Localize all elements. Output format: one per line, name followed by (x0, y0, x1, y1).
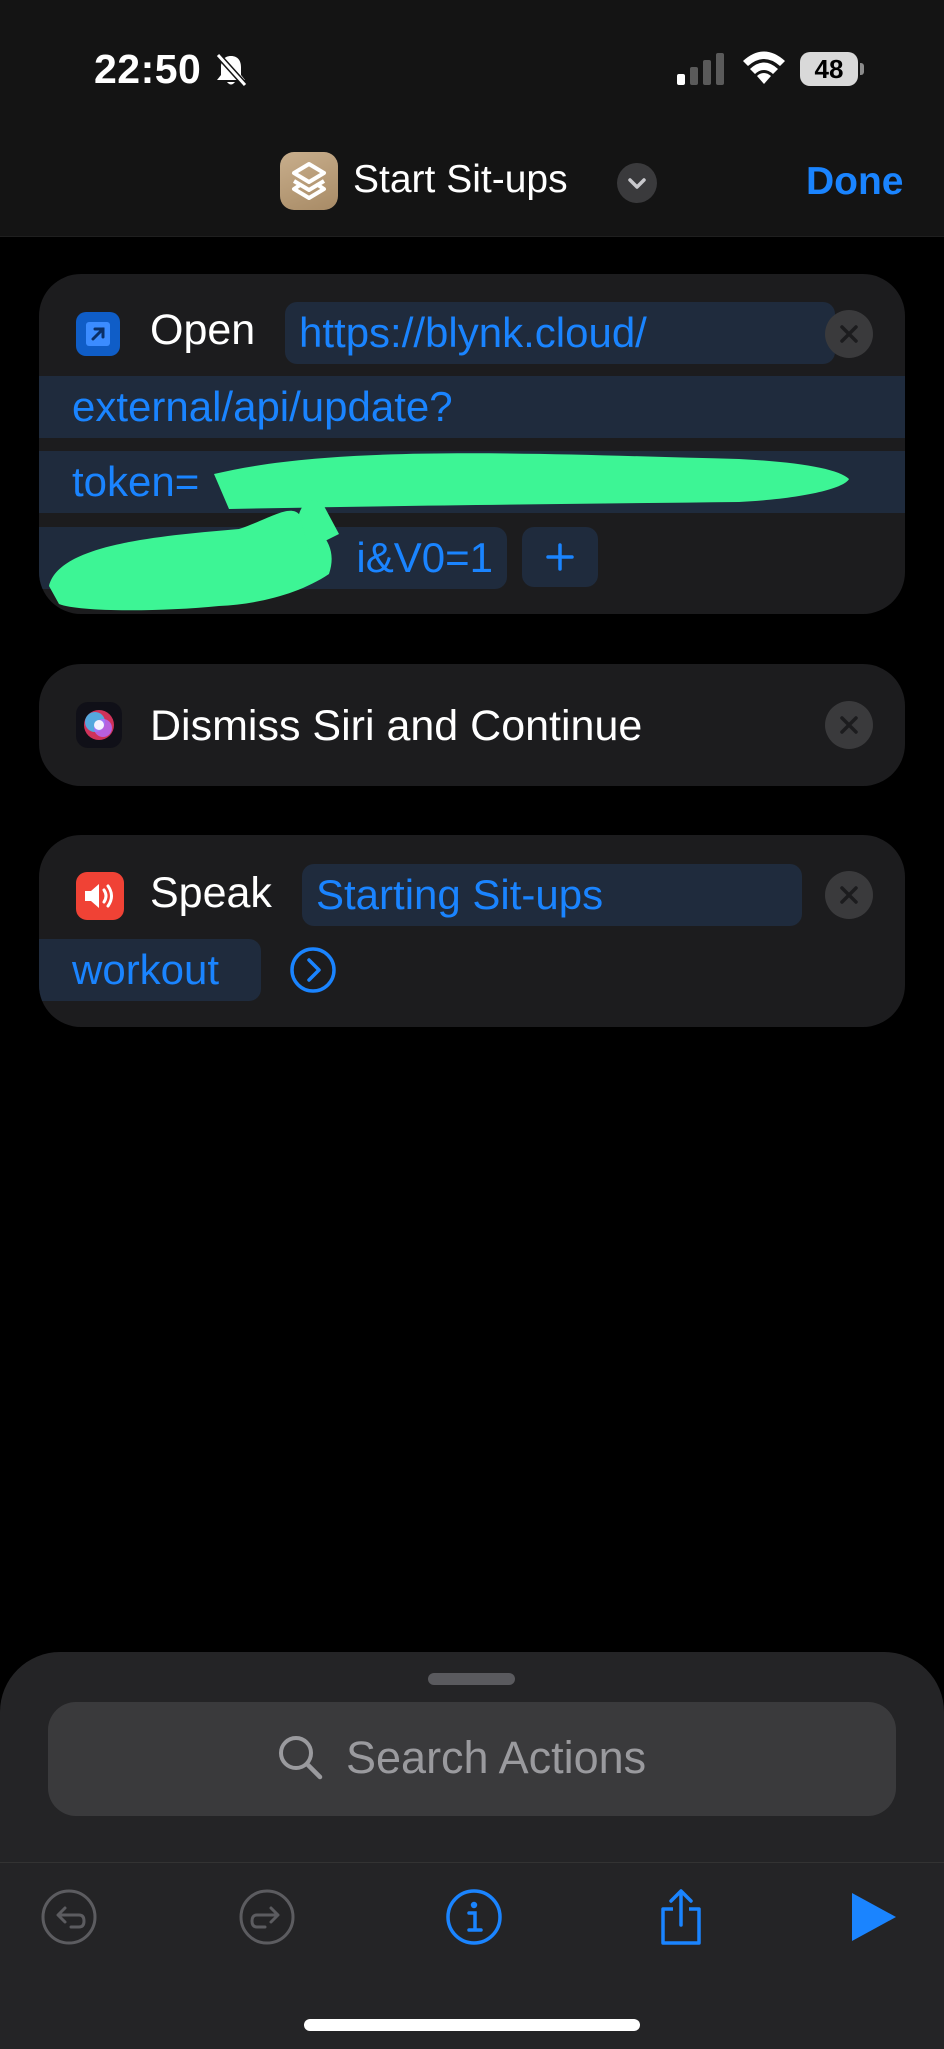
remove-action-button[interactable] (825, 871, 873, 919)
play-icon[interactable] (842, 1885, 906, 1949)
done-button[interactable]: Done (806, 160, 904, 204)
remove-action-button[interactable] (825, 310, 873, 358)
url-token-line-3[interactable]: token= (39, 451, 905, 513)
speak-text-token-line-1[interactable]: Starting Sit-ups (302, 864, 802, 926)
siri-icon (76, 702, 122, 748)
shortcut-layers-icon[interactable] (280, 152, 338, 210)
shortcut-title[interactable]: Start Sit-ups (353, 158, 568, 202)
actions-sheet: Search Actions (0, 1652, 944, 1862)
status-bar: 22:50 48 (0, 0, 944, 130)
action-card-dismiss-siri[interactable]: Dismiss Siri and Continue (39, 664, 905, 786)
action-label-dismiss-siri: Dismiss Siri and Continue (150, 702, 643, 750)
url-token-line-2[interactable]: external/api/update? (39, 376, 905, 438)
search-actions-field[interactable]: Search Actions (48, 1702, 896, 1816)
editor-toolbar (0, 1862, 944, 2049)
action-label-speak: Speak (150, 869, 272, 917)
cellular-signal-icon (677, 53, 724, 85)
action-card-speak[interactable]: Speak Starting Sit-ups workout (39, 835, 905, 1027)
search-placeholder: Search Actions (346, 1732, 647, 1783)
chevron-right-circle-icon[interactable] (289, 946, 337, 994)
home-indicator[interactable] (304, 2019, 640, 2031)
remove-action-button[interactable] (825, 701, 873, 749)
battery-level: 48 (800, 52, 858, 86)
speak-text-token-line-2[interactable]: workout (39, 939, 261, 1001)
status-time: 22:50 (94, 46, 202, 92)
action-card-open-url[interactable]: Open https://blynk.cloud/ external/api/u… (39, 274, 905, 614)
add-variable-button[interactable] (522, 527, 598, 587)
search-icon (279, 1736, 323, 1780)
sheet-grabber[interactable] (428, 1673, 515, 1685)
undo-icon[interactable] (37, 1885, 101, 1949)
url-token-line-1[interactable]: https://blynk.cloud/ (285, 302, 835, 364)
speaker-icon (76, 872, 124, 920)
battery-icon: 48 (800, 52, 864, 86)
redo-icon[interactable] (235, 1885, 299, 1949)
bell-slash-icon (215, 52, 248, 88)
url-token-line-4[interactable]: i&V0=1 (39, 527, 507, 589)
wifi-icon (743, 51, 785, 84)
navigation-bar: Start Sit-ups Done (0, 130, 944, 237)
chevron-down-icon[interactable] (617, 163, 657, 203)
share-icon[interactable] (649, 1885, 713, 1949)
open-url-icon (76, 312, 120, 356)
action-label-open: Open (150, 306, 256, 354)
info-icon[interactable] (442, 1885, 506, 1949)
